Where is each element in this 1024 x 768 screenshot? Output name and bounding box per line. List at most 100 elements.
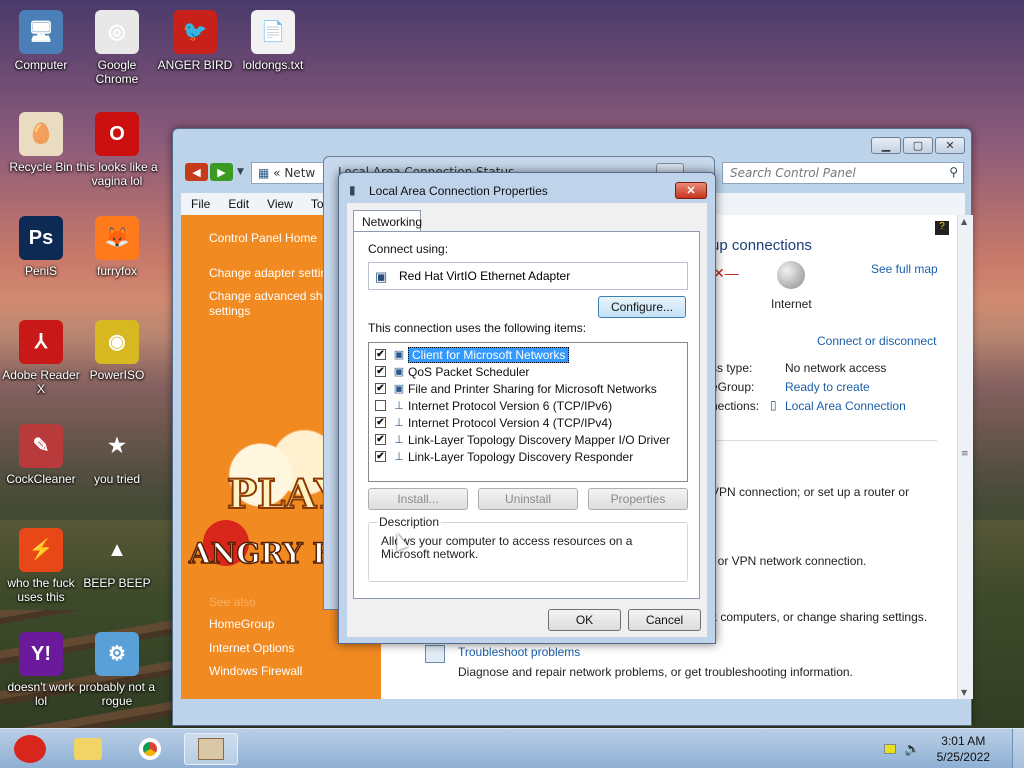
desktop-icon[interactable]: 🖥 Computer: [0, 10, 82, 72]
search-icon[interactable]: ⚲: [949, 165, 958, 179]
see-also-heading: See also: [209, 595, 256, 609]
search-input[interactable]: Search Control Panel ⚲: [722, 162, 964, 184]
desktop-icon[interactable]: ⅄ Adobe Reader X: [0, 320, 82, 396]
change-advanced-link[interactable]: Change advanced sha: [209, 289, 329, 303]
desktop-icon-label: Google Chrome: [95, 58, 139, 86]
item-checkbox[interactable]: ✔: [375, 417, 386, 428]
desktop-icon[interactable]: ⚡ who the fuck uses this: [0, 528, 82, 604]
close-button[interactable]: ✕: [675, 182, 707, 199]
desktop-icon-label: who the fuck uses this: [7, 576, 75, 604]
see-full-map-link[interactable]: See full map: [871, 262, 938, 276]
vpn-text: , or VPN network connection.: [711, 554, 867, 568]
scroll-up-icon[interactable]: ▲: [961, 217, 967, 226]
desktop-icon[interactable]: 🐦 ANGER BIRD: [154, 10, 236, 72]
clock[interactable]: 3:01 AM 5/25/2022: [937, 733, 990, 765]
desktop-icon[interactable]: ⚙ probably not a rogue: [76, 632, 158, 708]
list-item[interactable]: ✔ ⊥ Link-Layer Topology Discovery Mapper I…: [375, 431, 670, 448]
list-item[interactable]: ✔ ▣ Client for Microsoft Networks: [375, 346, 570, 363]
cancel-button[interactable]: Cancel: [628, 609, 701, 631]
help-icon[interactable]: ?: [935, 221, 949, 235]
homegroup-link[interactable]: HomeGroup: [209, 617, 274, 631]
item-label: Client for Microsoft Networks: [408, 346, 570, 363]
vertical-scrollbar[interactable]: ▲ ≡ ▼: [957, 215, 973, 699]
recent-pages-icon[interactable]: ▼: [237, 167, 244, 177]
configure-button[interactable]: Configure...: [598, 296, 686, 318]
item-checkbox[interactable]: ✔: [375, 451, 386, 462]
desktop-icon[interactable]: 📄 loldongs.txt: [232, 10, 314, 72]
menu-view[interactable]: View: [267, 197, 293, 211]
properties-button[interactable]: Properties: [588, 488, 688, 510]
network-component-icon: ⊥: [394, 399, 404, 412]
uninstall-button[interactable]: Uninstall: [478, 488, 578, 510]
volume-icon[interactable]: 🔈: [904, 742, 920, 757]
list-item[interactable]: ✔ ▣ File and Printer Sharing for Microsoft…: [375, 380, 657, 397]
item-checkbox[interactable]: ✔: [375, 434, 386, 445]
taskbar-control-panel[interactable]: [184, 733, 238, 765]
menu-file[interactable]: File: [191, 197, 210, 211]
taskbar-chrome[interactable]: [130, 733, 170, 765]
desktop-icon-image: ★: [108, 435, 126, 457]
item-checkbox[interactable]: ✔: [375, 366, 386, 377]
desktop-icon-label: loldongs.txt: [242, 58, 304, 72]
search-placeholder: Search Control Panel: [730, 166, 856, 180]
setup-text: VPN connection; or set up a router or: [711, 485, 910, 499]
clock-date: 5/25/2022: [936, 750, 990, 764]
desktop-icon[interactable]: Y! doesn't work lol: [0, 632, 82, 708]
list-item[interactable]: ✔ ⊥ Internet Protocol Version 4 (TCP/IPv4): [375, 414, 612, 431]
nic-icon: ▣: [375, 269, 388, 284]
desktop-icon-label: PeniS: [24, 264, 58, 278]
description-text: Allows your computer to access resources…: [381, 534, 633, 561]
desktop-icon-label: CockCleaner: [6, 472, 76, 486]
desktop-icon[interactable]: ▲ BEEP BEEP: [76, 528, 158, 590]
desktop-icon-label: doesn't work lol: [7, 680, 75, 708]
desktop-icon[interactable]: ✎ CockCleaner: [0, 424, 82, 486]
folder-icon: [74, 738, 102, 760]
internet-options-link[interactable]: Internet Options: [209, 641, 294, 655]
back-button[interactable]: ◀: [185, 163, 208, 181]
list-item[interactable]: ✔ ▣ QoS Packet Scheduler: [375, 363, 529, 380]
scroll-grip-icon[interactable]: ≡: [961, 449, 969, 459]
network-tray-icon[interactable]: [884, 744, 897, 754]
desktop-icon[interactable]: ◉ PowerISO: [76, 320, 158, 382]
install-button[interactable]: Install...: [368, 488, 468, 510]
local-area-connection-link[interactable]: Local Area Connection: [785, 399, 906, 413]
forward-button[interactable]: ▶: [210, 163, 233, 181]
desktop-icon-image: O: [95, 112, 139, 156]
homegroup-value-link[interactable]: Ready to create: [785, 380, 870, 394]
tab-networking[interactable]: Networking: [353, 210, 422, 232]
connection-icon: ▯: [770, 398, 777, 412]
troubleshoot-link[interactable]: Troubleshoot problems: [458, 645, 580, 659]
connect-disconnect-link[interactable]: Connect or disconnect: [817, 334, 936, 348]
control-panel-home-link[interactable]: Control Panel Home: [209, 231, 317, 245]
start-button[interactable]: [4, 733, 56, 765]
change-advanced-link-2[interactable]: settings: [209, 304, 250, 318]
item-checkbox[interactable]: ✔: [375, 383, 386, 394]
desktop-icon-label: PowerISO: [89, 368, 145, 382]
list-item[interactable]: ✔ ⊥ Link-Layer Topology Discovery Responde…: [375, 448, 633, 465]
taskbar-explorer[interactable]: [68, 733, 108, 765]
no-connection-icon: ✕—: [713, 265, 739, 281]
scroll-down-icon[interactable]: ▼: [961, 688, 967, 697]
item-checkbox[interactable]: ✔: [375, 349, 386, 360]
desktop-icon[interactable]: Othis looks like a vagina lol: [76, 112, 158, 188]
list-item[interactable]: ⊥ Internet Protocol Version 6 (TCP/IPv6): [375, 397, 612, 414]
item-checkbox[interactable]: [375, 400, 386, 411]
minimize-button[interactable]: ▁: [871, 137, 901, 154]
menu-edit[interactable]: Edit: [228, 197, 249, 211]
homegroup-label: eGroup:: [711, 380, 755, 394]
troubleshoot-desc: Diagnose and repair network problems, or…: [458, 665, 853, 679]
item-label: File and Printer Sharing for Microsoft N…: [408, 381, 657, 396]
close-button[interactable]: ✕: [935, 137, 965, 154]
network-component-icon: ▣: [393, 382, 405, 395]
desktop-icon[interactable]: Ps PeniS: [0, 216, 82, 278]
desktop-icon[interactable]: ★ you tried: [76, 424, 158, 486]
desktop-icon[interactable]: ◎ Google Chrome: [76, 10, 158, 86]
desktop-icon[interactable]: 🦊 furryfox: [76, 216, 158, 278]
ok-button[interactable]: OK: [548, 609, 621, 631]
desktop-icon[interactable]: 🥚 Recycle Bin: [0, 112, 82, 174]
windows-firewall-link[interactable]: Windows Firewall: [209, 664, 302, 678]
show-desktop-button[interactable]: [1012, 729, 1024, 768]
change-adapter-link[interactable]: Change adapter settin: [209, 266, 327, 280]
maximize-button[interactable]: ▢: [903, 137, 933, 154]
system-tray: 🔈 3:01 AM 5/25/2022: [884, 729, 1024, 768]
